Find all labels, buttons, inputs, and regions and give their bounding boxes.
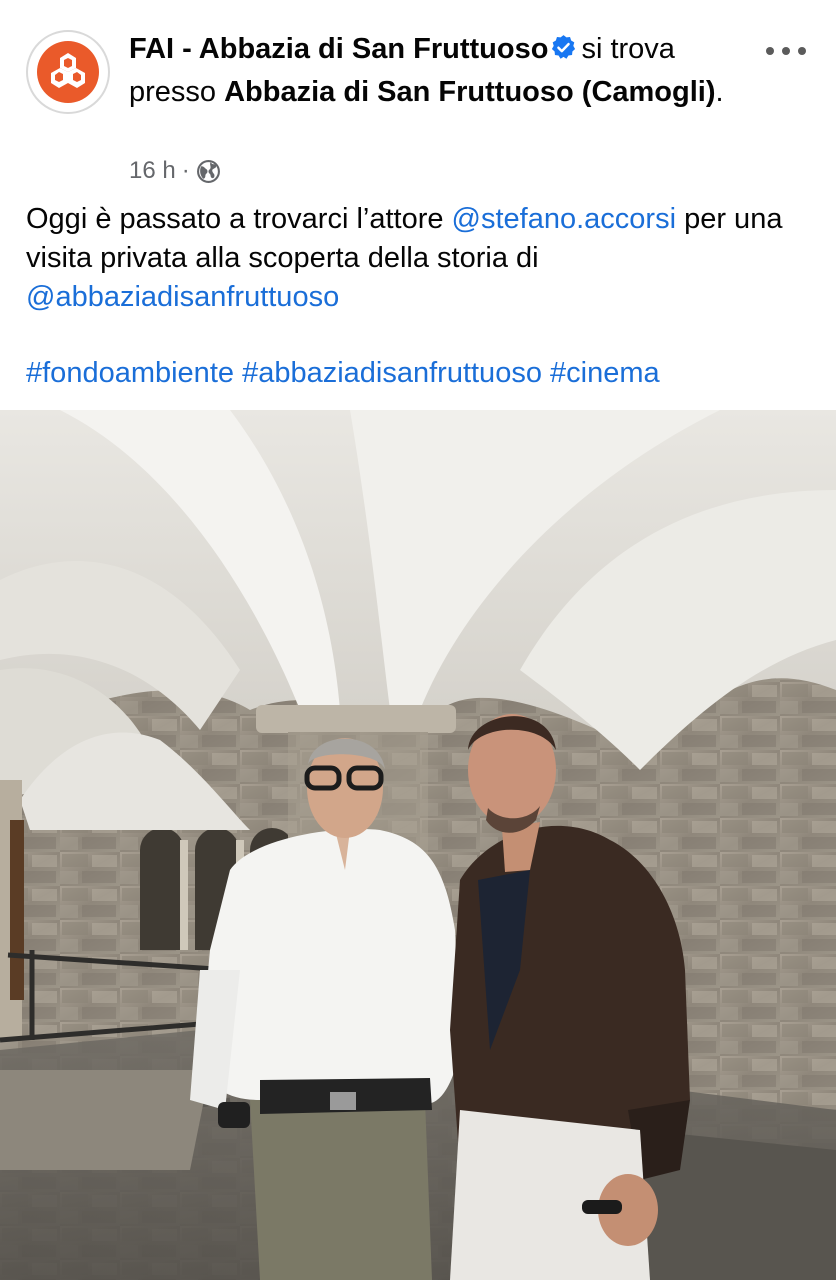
more-options-icon[interactable] [766, 36, 806, 66]
page-avatar[interactable] [26, 30, 110, 114]
post-header: FAI - Abbazia di San Fruttuoso si trova p… [129, 28, 759, 114]
mention-stefano-accorsi[interactable]: @stefano.accorsi [452, 203, 676, 235]
mention-abbazia[interactable]: @abbaziadisanfruttuoso [26, 281, 339, 313]
hashtag-cinema[interactable]: #cinema [550, 357, 660, 389]
post-meta: 16 h · [129, 156, 221, 186]
hashtags: #fondoambiente #abbaziadisanfruttuoso #c… [26, 354, 816, 393]
text-part-1: Oggi è passato a trovarci l’attore [26, 203, 452, 235]
post-photo[interactable] [0, 410, 836, 1280]
verified-badge-icon [552, 35, 576, 59]
facebook-post: FAI - Abbazia di San Fruttuoso si trova p… [0, 0, 836, 1280]
globe-icon[interactable] [196, 159, 221, 184]
author-name[interactable]: FAI - Abbazia di San Fruttuoso [129, 33, 548, 65]
hashtag-abbaziadisanfruttuoso[interactable]: #abbaziadisanfruttuoso [242, 357, 542, 389]
location-link[interactable]: Abbazia di San Fruttuoso (Camogli) [224, 76, 715, 108]
meta-separator: · [181, 157, 190, 184]
hashtag-fondoambiente[interactable]: #fondoambiente [26, 357, 234, 389]
location-suffix: . [715, 76, 724, 108]
post-text: Oggi è passato a trovarci l’attore @stef… [26, 200, 816, 317]
post-time[interactable]: 16 h [129, 157, 176, 185]
fai-logo-icon [37, 41, 99, 103]
